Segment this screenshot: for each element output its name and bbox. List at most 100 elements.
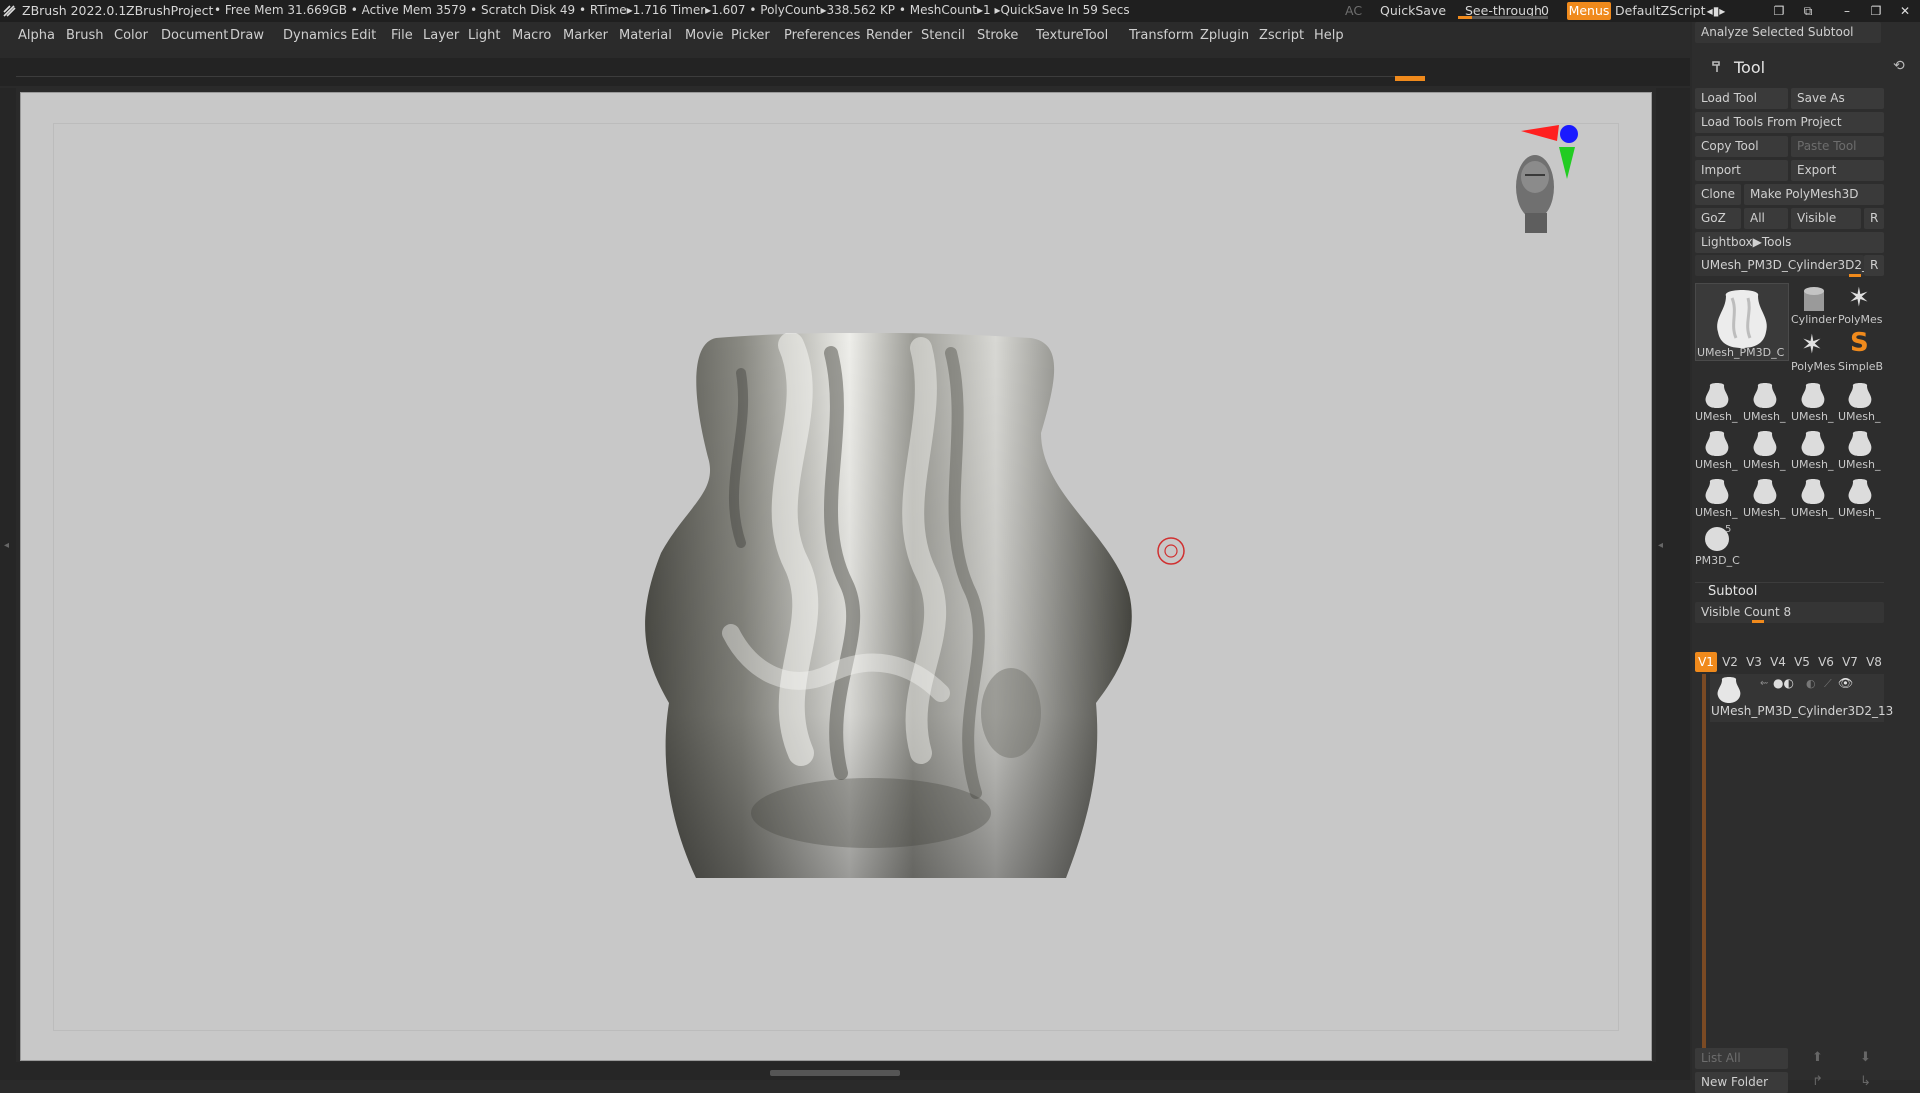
tool-tile-simplebrush[interactable]: S SimpleB — [1838, 328, 1883, 374]
sculpt-mesh-viewport-object[interactable] — [591, 333, 1181, 913]
bottom-tray-handle[interactable] — [770, 1070, 900, 1076]
goz-all-button[interactable]: All — [1744, 208, 1788, 229]
menu-item-layer[interactable]: Layer — [423, 28, 459, 43]
tool-tile-umesh[interactable]: UMesh_ — [1838, 380, 1882, 424]
seethrough-slider[interactable] — [1458, 16, 1548, 19]
menu-item-zplugin[interactable]: Zplugin — [1200, 28, 1249, 43]
default-zscript-button[interactable]: DefaultZScript — [1615, 3, 1706, 18]
document-canvas[interactable] — [20, 92, 1652, 1061]
menu-item-macro[interactable]: Macro — [512, 28, 551, 43]
save-as-button[interactable]: Save As — [1791, 88, 1884, 109]
arrow-up-icon[interactable]: ⬆ — [1812, 1050, 1823, 1065]
clone-button[interactable]: Clone — [1695, 184, 1741, 205]
menu-item-alpha[interactable]: Alpha — [18, 28, 55, 43]
menu-item-light[interactable]: Light — [468, 28, 500, 43]
tool-tile-umesh[interactable]: UMesh_ — [1838, 428, 1882, 472]
minimize-icon[interactable]: – — [1837, 2, 1857, 20]
zbrush-logo-icon[interactable] — [2, 3, 18, 19]
close-icon[interactable]: ✕ — [1895, 2, 1915, 20]
menu-item-dynamics[interactable]: Dynamics — [283, 28, 347, 43]
restore-icon[interactable]: ❐ — [1866, 2, 1886, 20]
menu-item-transform[interactable]: Transform — [1129, 28, 1194, 43]
subtool-item[interactable]: ⇜ ●◐ ◐ ⟋ 👁 UMesh_PM3D_Cylinder3D2_13 — [1710, 674, 1893, 722]
shelf-marker[interactable] — [1395, 76, 1425, 81]
tool-tile-umesh[interactable]: UMesh_ — [1695, 476, 1739, 520]
layout-arrows-icon[interactable]: ◂▮▸ — [1703, 2, 1729, 20]
tool-tile-umesh[interactable]: UMesh_ — [1743, 476, 1787, 520]
menu-item-movie[interactable]: Movie — [685, 28, 723, 43]
analyze-subtool-button[interactable]: Analyze Selected Subtool — [1695, 22, 1881, 43]
tool-tile-umesh[interactable]: UMesh_ — [1791, 476, 1835, 520]
current-tool-slider-knob[interactable] — [1849, 274, 1861, 277]
menu-item-file[interactable]: File — [391, 28, 413, 43]
menu-item-material[interactable]: Material — [619, 28, 672, 43]
menus-toggle-button[interactable]: Menus — [1567, 2, 1611, 20]
menu-item-texture[interactable]: Texture — [1036, 28, 1084, 43]
window-cascade-icon[interactable]: ⧉ — [1798, 2, 1818, 20]
tool-tile-umesh[interactable]: UMesh_ — [1838, 476, 1882, 520]
goz-visible-button[interactable]: Visible — [1791, 208, 1861, 229]
visible-set-tab-v3[interactable]: V3 — [1743, 652, 1765, 672]
subtool-panel-title[interactable]: Subtool — [1708, 584, 1757, 599]
ac-label[interactable]: AC — [1345, 3, 1362, 18]
new-folder-button[interactable]: New Folder — [1695, 1072, 1788, 1093]
subtool-link-icon[interactable]: ⟋ — [1824, 677, 1832, 691]
subtool-mode-icon[interactable]: ◐ — [1806, 677, 1816, 690]
visible-set-tab-v1[interactable]: V1 — [1695, 652, 1717, 672]
list-all-button[interactable]: List All — [1695, 1048, 1788, 1069]
goz-r-button[interactable]: R — [1864, 208, 1884, 229]
menu-item-stencil[interactable]: Stencil — [921, 28, 965, 43]
window-tile-icon[interactable]: ❐ — [1769, 2, 1789, 20]
tool-tile-umesh[interactable]: 5 PM3D_C — [1695, 524, 1740, 568]
left-tray[interactable]: ◂ — [0, 88, 16, 1078]
goz-button[interactable]: GoZ — [1695, 208, 1741, 229]
refresh-icon[interactable]: ⟲ — [1893, 58, 1905, 74]
folder-arrow-icon[interactable]: ↱ — [1812, 1074, 1823, 1089]
subtool-brush-icon[interactable]: ⇜ — [1760, 678, 1768, 689]
tool-tile-umesh[interactable]: UMesh_ — [1743, 428, 1787, 472]
left-tray-handle-icon[interactable]: ◂ — [4, 540, 9, 551]
menu-item-zscript[interactable]: Zscript — [1259, 28, 1304, 43]
arrow-down-icon[interactable]: ⬇ — [1860, 1050, 1871, 1065]
tool-tile-polymesh-star-2[interactable]: ✶ PolyMes — [1791, 330, 1836, 374]
paste-tool-button[interactable]: Paste Tool — [1791, 136, 1884, 157]
tool-tile-umesh[interactable]: UMesh_ — [1743, 380, 1787, 424]
current-tool-r-button[interactable]: R — [1864, 255, 1884, 276]
menu-item-brush[interactable]: Brush — [66, 28, 104, 43]
visible-set-tab-v4[interactable]: V4 — [1767, 652, 1789, 672]
menu-item-picker[interactable]: Picker — [731, 28, 770, 43]
tool-tile-umesh[interactable]: UMesh_ — [1791, 428, 1835, 472]
subtool-toggle-icon[interactable]: ●◐ — [1773, 676, 1794, 690]
right-tray[interactable]: ◂ — [1656, 88, 1690, 1078]
menu-item-tool[interactable]: Tool — [1083, 28, 1108, 43]
visible-set-tab-v6[interactable]: V6 — [1815, 652, 1837, 672]
menu-item-preferences[interactable]: Preferences — [784, 28, 860, 43]
tool-tile-umesh[interactable]: UMesh_ — [1695, 380, 1739, 424]
menu-item-document[interactable]: Document — [161, 28, 228, 43]
folder-out-icon[interactable]: ↳ — [1860, 1074, 1871, 1089]
menu-item-help[interactable]: Help — [1314, 28, 1344, 43]
current-tool-slider[interactable]: UMesh_PM3D_Cylinder3D2_1 — [1695, 255, 1864, 276]
eye-icon[interactable]: 👁 — [1838, 676, 1853, 690]
current-tool-thumbnail[interactable]: UMesh_PM3D_C — [1695, 283, 1789, 361]
visible-set-tab-v5[interactable]: V5 — [1791, 652, 1813, 672]
export-button[interactable]: Export — [1791, 160, 1884, 181]
menu-item-draw[interactable]: Draw — [230, 28, 264, 43]
subtool-list-scrollbar[interactable] — [1702, 674, 1706, 1050]
tool-panel-title[interactable]: Tool — [1734, 58, 1765, 77]
head-gizmo-icon[interactable] — [1511, 117, 1601, 257]
tool-tile-umesh[interactable]: UMesh_ — [1791, 380, 1835, 424]
menu-item-color[interactable]: Color — [114, 28, 148, 43]
menu-item-marker[interactable]: Marker — [563, 28, 608, 43]
visible-count-slider[interactable]: Visible Count 8 — [1695, 602, 1884, 623]
copy-tool-button[interactable]: Copy Tool — [1695, 136, 1788, 157]
tool-tile-cylinder[interactable]: Cylinder — [1791, 283, 1837, 327]
tool-tile-polymesh-star[interactable]: ✶ PolyMes — [1838, 283, 1883, 327]
quicksave-button[interactable]: QuickSave — [1380, 3, 1446, 18]
load-tools-from-project-button[interactable]: Load Tools From Project — [1695, 112, 1884, 133]
make-polymesh-button[interactable]: Make PolyMesh3D — [1744, 184, 1884, 205]
right-tray-handle-icon[interactable]: ◂ — [1658, 540, 1663, 551]
menu-item-edit[interactable]: Edit — [351, 28, 376, 43]
menu-item-render[interactable]: Render — [866, 28, 912, 43]
menu-item-stroke[interactable]: Stroke — [977, 28, 1018, 43]
